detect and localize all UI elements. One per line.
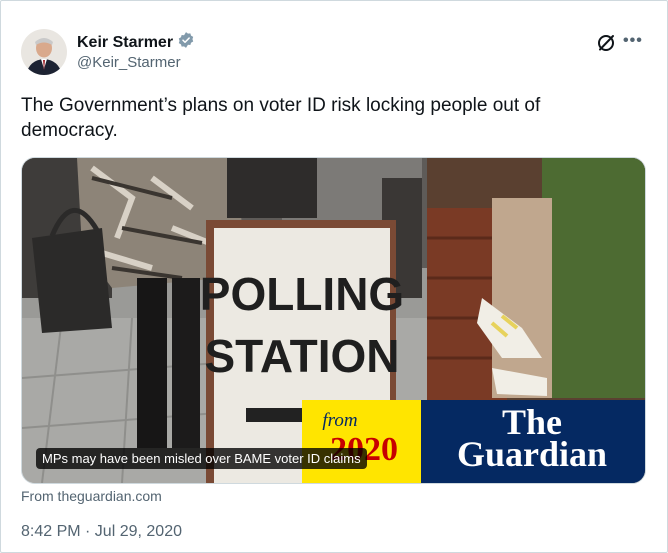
grok-icon[interactable] xyxy=(596,33,616,53)
tweet-text: The Government’s plans on voter ID risk … xyxy=(21,95,541,141)
more-options-icon[interactable]: ••• xyxy=(623,32,643,50)
link-card[interactable]: POLLING STATION from 2020 The Guardian M… xyxy=(21,157,646,484)
card-image: POLLING STATION from 2020 The Guardian xyxy=(22,158,645,483)
verified-badge-icon xyxy=(177,31,195,54)
tweet-timestamp[interactable]: 8:42 PM · Jul 29, 2020 xyxy=(21,523,182,541)
author-handle[interactable]: @Keir_Starmer xyxy=(77,54,181,71)
avatar[interactable] xyxy=(21,29,67,75)
tweet-container: Keir Starmer @Keir_Starmer ••• The Gover… xyxy=(0,0,668,553)
card-caption: MPs may have been misled over BAME voter… xyxy=(36,448,367,469)
brand-line2: Guardian xyxy=(457,434,607,474)
from-label: from xyxy=(322,410,357,431)
sign-line2: STATION xyxy=(204,330,399,382)
author-name-row[interactable]: Keir Starmer xyxy=(77,31,195,54)
author-name[interactable]: Keir Starmer xyxy=(77,34,173,52)
card-source[interactable]: From theguardian.com xyxy=(21,488,162,504)
sign-line1: POLLING xyxy=(200,268,404,320)
